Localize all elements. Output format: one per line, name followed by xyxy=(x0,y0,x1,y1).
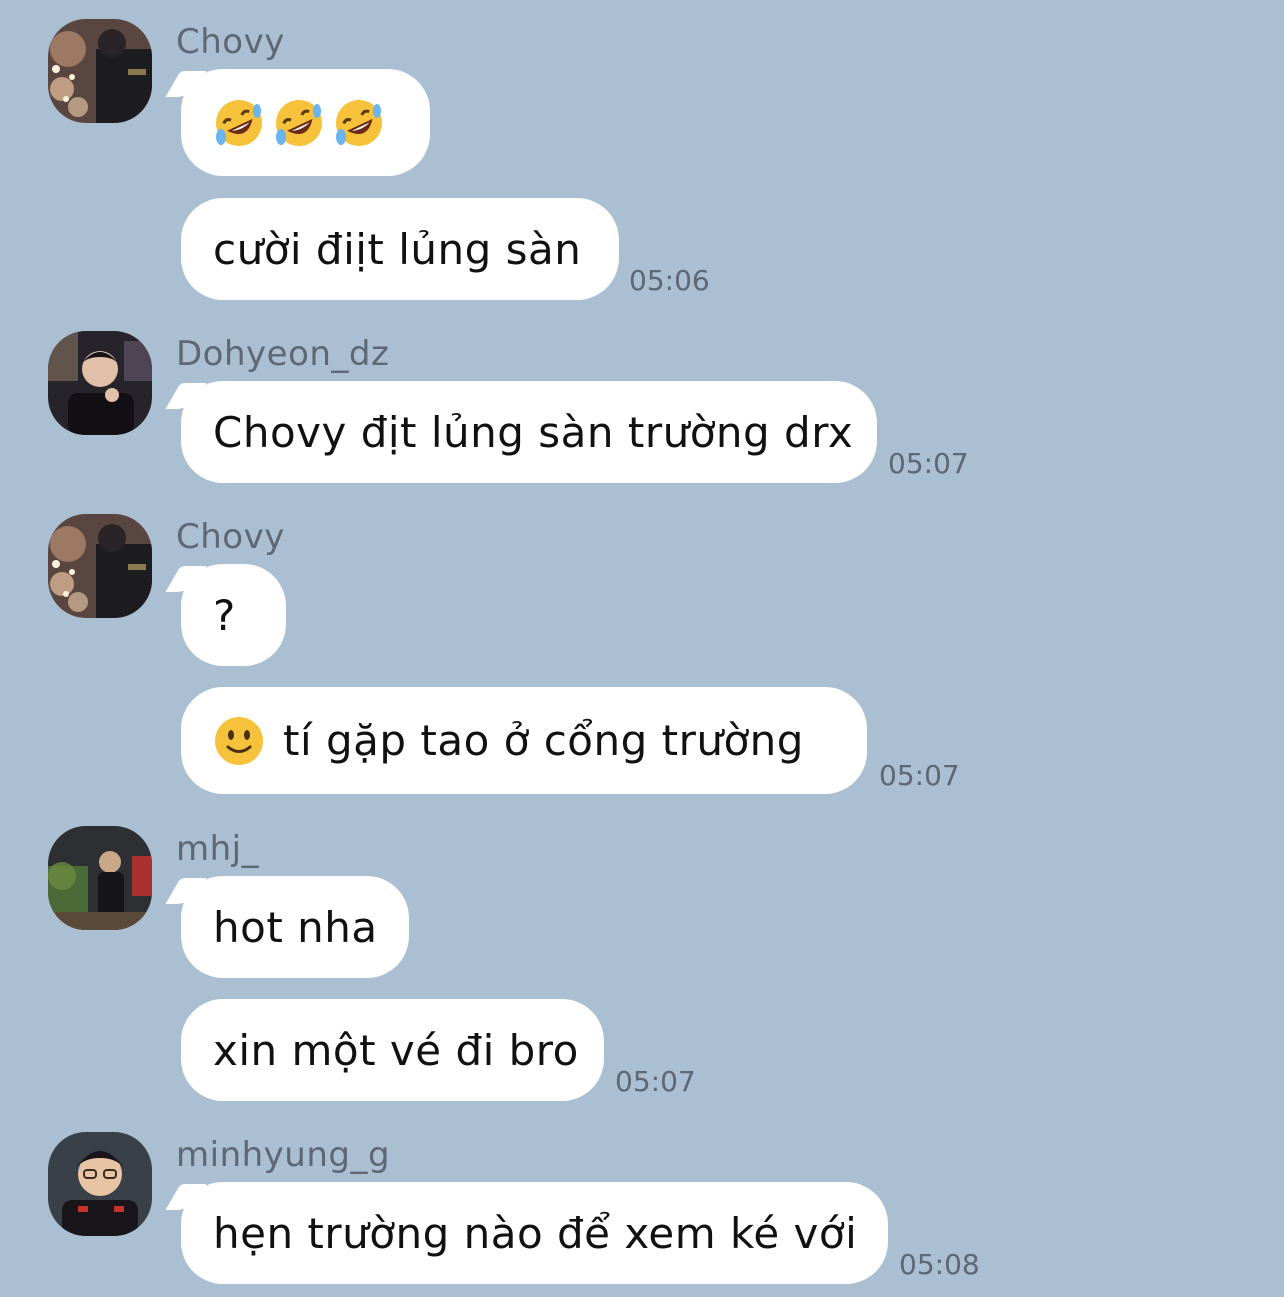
sender-name: Chovy xyxy=(176,517,285,557)
message-time: 05:07 xyxy=(888,447,969,480)
message-text: hẹn trường nào để xem ké với xyxy=(213,1208,858,1258)
avatar[interactable] xyxy=(48,19,152,123)
message-time: 05:08 xyxy=(899,1248,980,1281)
message-bubble[interactable]: cười điịt lủng sàn xyxy=(181,198,619,300)
message-bubble[interactable]: hẹn trường nào để xem ké với xyxy=(181,1182,888,1284)
sender-name: Dohyeon_dz xyxy=(176,334,390,374)
avatar[interactable] xyxy=(48,1132,152,1236)
avatar[interactable] xyxy=(48,826,152,930)
rofl-emoji-icon xyxy=(213,97,265,149)
message-text: xin một vé đi bro xyxy=(213,1025,579,1075)
message-text: cười điịt lủng sàn xyxy=(213,224,582,274)
message-bubble[interactable]: ? xyxy=(181,564,286,666)
dohyeon-avatar-image xyxy=(48,331,152,435)
avatar[interactable] xyxy=(48,331,152,435)
message-time: 05:07 xyxy=(615,1065,696,1098)
message-text: hot nha xyxy=(213,902,378,952)
chovy-avatar-image xyxy=(48,19,152,123)
message-time: 05:07 xyxy=(879,759,960,792)
sender-name: minhyung_g xyxy=(176,1135,391,1175)
rofl-emoji-icon xyxy=(333,97,385,149)
rofl-emoji-icon xyxy=(273,97,325,149)
slightly-smiling-face-icon xyxy=(213,715,265,767)
message-text: ? xyxy=(213,590,236,640)
sender-name: Chovy xyxy=(176,22,285,62)
message-time: 05:06 xyxy=(629,264,710,297)
message-text: tí gặp tao ở cổng trường xyxy=(283,716,804,765)
chovy-avatar-image xyxy=(48,514,152,618)
mhj-avatar-image xyxy=(48,826,152,930)
message-bubble[interactable]: xin một vé đi bro xyxy=(181,999,604,1101)
sender-name: mhj_ xyxy=(176,829,260,869)
minhyung-avatar-image xyxy=(48,1132,152,1236)
message-bubble[interactable]: hot nha xyxy=(181,876,409,978)
avatar[interactable] xyxy=(48,514,152,618)
chat-window: Chovy cười điịt lủng sàn 05:06 Dohyeon_d… xyxy=(0,0,1284,1297)
message-bubble[interactable]: tí gặp tao ở cổng trường xyxy=(181,687,867,794)
message-text: Chovy địt lủng sàn trường drx xyxy=(213,407,854,457)
message-bubble[interactable] xyxy=(181,69,430,176)
message-bubble[interactable]: Chovy địt lủng sàn trường drx xyxy=(181,381,877,483)
